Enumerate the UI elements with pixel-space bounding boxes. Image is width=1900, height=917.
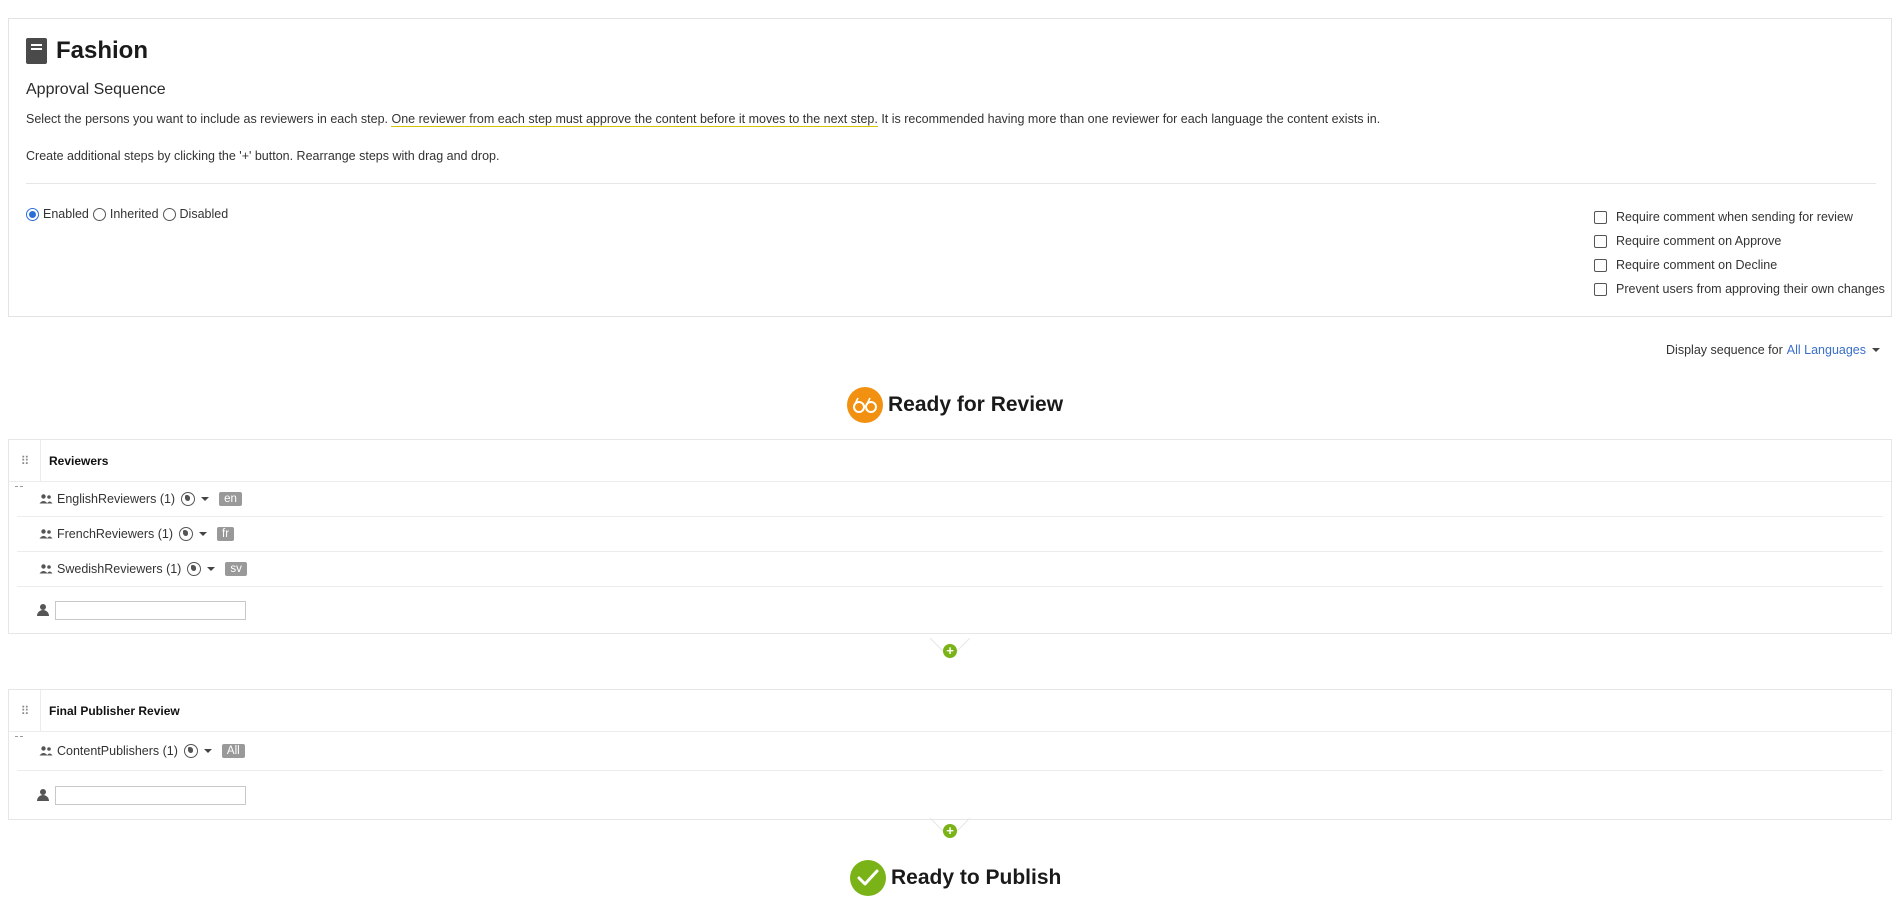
radio-inherited-label: Inherited bbox=[109, 207, 159, 221]
radio-enabled-circle[interactable] bbox=[26, 207, 39, 221]
user-group-icon bbox=[39, 529, 53, 539]
add-step-button[interactable]: + bbox=[943, 644, 957, 658]
checkbox-prevent-self-approval[interactable] bbox=[1594, 282, 1607, 296]
document-icon bbox=[26, 38, 47, 64]
checkbox-comment-on-approve[interactable] bbox=[1594, 234, 1607, 248]
collapse-marker bbox=[15, 486, 23, 487]
display-sequence-label: Display sequence for bbox=[1666, 343, 1783, 357]
add-step-button[interactable]: + bbox=[943, 824, 957, 838]
add-reviewer-row bbox=[9, 771, 1891, 819]
user-group-icon bbox=[39, 494, 53, 504]
step-final-publisher-review: ⠿ Final Publisher Review ContentPublishe… bbox=[8, 689, 1892, 820]
drag-handle-icon[interactable]: ⠿ bbox=[9, 440, 41, 481]
ready-to-publish-label: Ready to Publish bbox=[891, 866, 1062, 889]
reviewer-row: SwedishReviewers (1) sv bbox=[17, 552, 1883, 587]
globe-icon[interactable] bbox=[187, 562, 202, 576]
radio-disabled-circle[interactable] bbox=[162, 207, 176, 221]
drag-handle-icon[interactable]: ⠿ bbox=[9, 690, 41, 731]
option-comment-on-approve-label: Require comment on Approve bbox=[1616, 234, 1782, 248]
reviewer-row: EnglishReviewers (1) en bbox=[17, 482, 1883, 517]
reviewer-name: ContentPublishers (1) bbox=[57, 744, 178, 758]
option-prevent-self-approval[interactable]: Prevent users from approving their own c… bbox=[1594, 277, 1885, 301]
globe-icon[interactable] bbox=[181, 492, 196, 506]
option-comment-on-decline[interactable]: Require comment on Decline bbox=[1594, 253, 1885, 277]
language-badge: sv bbox=[225, 562, 247, 576]
user-icon bbox=[37, 789, 49, 801]
approval-settings-panel: Fashion Approval Sequence Select the per… bbox=[8, 18, 1892, 317]
add-step-connector: + bbox=[930, 638, 970, 668]
option-comment-on-send-label: Require comment when sending for review bbox=[1616, 210, 1853, 224]
reviewer-name: EnglishReviewers (1) bbox=[57, 492, 176, 506]
option-comment-on-approve[interactable]: Require comment on Approve bbox=[1594, 229, 1885, 253]
description-hint: Create additional steps by clicking the … bbox=[26, 149, 500, 163]
step-name: Final Publisher Review bbox=[49, 703, 180, 718]
page-title: Fashion bbox=[56, 37, 149, 64]
reviewer-name: FrenchReviewers (1) bbox=[57, 527, 174, 541]
radio-enabled-label: Enabled bbox=[43, 207, 89, 221]
reviewer-name: SwedishReviewers (1) bbox=[57, 562, 182, 576]
section-title: Approval Sequence bbox=[26, 81, 166, 98]
user-group-icon bbox=[39, 564, 53, 574]
chevron-down-icon[interactable] bbox=[203, 749, 212, 753]
step-header: ⠿ Final Publisher Review bbox=[9, 690, 1891, 737]
language-badge: fr bbox=[217, 527, 235, 541]
step-name: Reviewers bbox=[49, 453, 109, 468]
glasses-icon bbox=[847, 387, 883, 423]
ready-for-review-label: Ready for Review bbox=[888, 393, 1064, 416]
comment-options: Require comment when sending for review … bbox=[1594, 205, 1885, 301]
add-reviewer-input[interactable] bbox=[55, 785, 246, 805]
ready-for-review-heading: Ready for Review bbox=[847, 387, 1063, 423]
step-header: ⠿ Reviewers bbox=[9, 440, 1891, 487]
reviewer-row: FrenchReviewers (1) fr bbox=[17, 517, 1883, 552]
option-comment-on-send[interactable]: Require comment when sending for review bbox=[1594, 205, 1885, 229]
radio-disabled-label: Disabled bbox=[179, 207, 229, 221]
ready-to-publish-heading: Ready to Publish bbox=[850, 860, 1061, 896]
step-reviewers: ⠿ Reviewers EnglishReviewers (1) en Fren… bbox=[8, 439, 1892, 634]
checkbox-comment-on-decline[interactable] bbox=[1594, 258, 1607, 272]
language-badge: All bbox=[221, 744, 245, 758]
description-start: Select the persons you want to include a… bbox=[26, 112, 392, 126]
globe-icon[interactable] bbox=[183, 744, 198, 758]
chevron-down-icon[interactable] bbox=[199, 532, 208, 536]
add-step-connector: + bbox=[930, 818, 970, 848]
checkbox-comment-on-send[interactable] bbox=[1594, 210, 1607, 224]
description-end: It is recommended having more than one r… bbox=[877, 112, 1381, 126]
checkmark-icon bbox=[850, 860, 886, 896]
chevron-down-icon[interactable] bbox=[201, 497, 210, 501]
title-row: Fashion bbox=[26, 35, 148, 67]
add-reviewer-input[interactable] bbox=[55, 600, 246, 620]
reviewer-row: ContentPublishers (1) All bbox=[17, 732, 1883, 771]
option-prevent-self-approval-label: Prevent users from approving their own c… bbox=[1616, 282, 1885, 296]
option-comment-on-decline-label: Require comment on Decline bbox=[1616, 258, 1778, 272]
description-underlined: One reviewer from each step must approve… bbox=[391, 112, 878, 127]
chevron-down-icon[interactable] bbox=[1872, 348, 1880, 352]
user-group-icon bbox=[39, 746, 53, 756]
language-dropdown[interactable]: All Languages bbox=[1787, 343, 1866, 357]
radio-enabled[interactable]: Enabled bbox=[26, 207, 89, 221]
display-sequence: Display sequence for All Languages bbox=[1666, 343, 1880, 357]
radio-inherited[interactable]: Inherited bbox=[92, 207, 159, 221]
description: Select the persons you want to include a… bbox=[26, 112, 1381, 127]
user-icon bbox=[37, 604, 49, 616]
language-badge: en bbox=[219, 492, 242, 506]
globe-icon[interactable] bbox=[179, 527, 194, 541]
radio-inherited-circle[interactable] bbox=[92, 207, 106, 221]
add-reviewer-row bbox=[9, 587, 1891, 633]
radio-disabled[interactable]: Disabled bbox=[162, 207, 229, 221]
collapse-marker bbox=[15, 736, 23, 737]
chevron-down-icon[interactable] bbox=[207, 567, 216, 571]
divider bbox=[26, 183, 1876, 184]
mode-radio-group: Enabled Inherited Disabled bbox=[26, 207, 232, 221]
